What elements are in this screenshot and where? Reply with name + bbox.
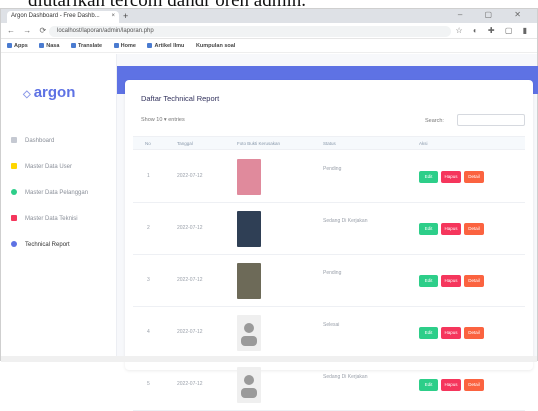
edit-button[interactable]: Edit (419, 223, 438, 235)
column-header-status[interactable]: Status (323, 141, 336, 146)
apps-icon (7, 43, 12, 49)
user-placeholder-icon (241, 323, 257, 346)
damage-photo[interactable] (237, 211, 261, 247)
sidebar: ◇ argon Dashboard Master Data User Master… (1, 54, 117, 362)
bookmark-icon (39, 43, 45, 49)
user-placeholder-icon (241, 375, 257, 398)
bookmark-item[interactable]: Kumpulan soal (196, 43, 235, 49)
row-number: 5 (147, 381, 150, 387)
bookmarks-bar: Apps Nasa Translate Home Artikel Ilmu Ku… (1, 39, 537, 53)
hapus-button[interactable]: Hapus (441, 223, 461, 235)
browser-window: Argon Dashboard - Free Dashb... × + – ▢ … (0, 8, 538, 411)
address-bar: ← → ⟳ localhost/laporan/admin/laporan.ph… (1, 23, 537, 39)
row-date: 2022-07-12 (177, 225, 203, 231)
detail-button[interactable]: Detail (464, 379, 484, 391)
row-date: 2022-07-12 (177, 329, 203, 335)
row-status: Sedang Di Kerjakan (323, 374, 368, 380)
table-row: 5 2022-07-12 Sedang Di Kerjakan Edit Hapus De… (133, 359, 525, 411)
row-status: Sedang Di Kerjakan (323, 218, 368, 224)
row-status: Selesai (323, 322, 340, 328)
search-input[interactable] (457, 114, 525, 126)
translate-icon (70, 43, 76, 49)
row-date: 2022-07-12 (177, 277, 203, 283)
user-icon (11, 163, 17, 169)
entries-select[interactable]: Show 10 ▾ entries (141, 117, 185, 123)
sidebar-item-teknisi[interactable]: Master Data Teknisi (1, 206, 116, 232)
hapus-button[interactable]: Hapus (441, 171, 461, 183)
tab-title: Argon Dashboard - Free Dashb... (11, 13, 100, 19)
hapus-button[interactable]: Hapus (441, 327, 461, 339)
new-tab-button[interactable]: + (123, 11, 128, 21)
column-header-actions[interactable]: Aksi (419, 141, 428, 146)
table-row: 1 2022-07-12 Pending Edit Hapus Detail (133, 151, 525, 203)
bookmark-icon (147, 43, 153, 49)
row-number: 4 (147, 329, 150, 335)
table-row: 3 2022-07-12 Pending Edit Hapus Detail (133, 255, 525, 307)
url-field[interactable]: localhost/laporan/admin/laporan.php (49, 26, 451, 37)
edit-button[interactable]: Edit (419, 327, 438, 339)
damage-photo[interactable] (237, 367, 261, 403)
search-label: Search: (425, 118, 444, 124)
bookmark-icon (113, 43, 119, 49)
edit-button[interactable]: Edit (419, 275, 438, 287)
report-icon (11, 241, 17, 247)
hapus-button[interactable]: Hapus (441, 275, 461, 287)
bookmark-item[interactable]: Home (113, 43, 136, 49)
page-title: Daftar Technical Report (141, 94, 220, 103)
bookmark-item[interactable]: Artikel Ilmu (147, 43, 184, 49)
edit-button[interactable]: Edit (419, 171, 438, 183)
app-logo[interactable]: ◇ argon (23, 84, 75, 101)
row-date: 2022-07-12 (177, 381, 203, 387)
row-status: Pending (323, 270, 342, 276)
damage-photo[interactable] (237, 263, 261, 299)
detail-button[interactable]: Detail (464, 275, 484, 287)
sidebar-menu: Dashboard Master Data User Master Data P… (1, 128, 116, 258)
logo-icon: ◇ (23, 89, 31, 100)
bookmark-item[interactable]: Nasa (39, 43, 59, 49)
table-header: No Tanggal Foto Bukti Kerusakan Status A… (133, 136, 525, 150)
row-date: 2022-07-12 (177, 173, 203, 179)
sidebar-item-technical-report[interactable]: Technical Report (1, 232, 116, 258)
sidebar-item-user[interactable]: Master Data User (1, 154, 116, 180)
horizontal-scrollbar[interactable] (1, 356, 537, 362)
sidebar-item-pelanggan[interactable]: Master Data Pelanggan (1, 180, 116, 206)
detail-button[interactable]: Detail (464, 223, 484, 235)
edit-button[interactable]: Edit (419, 379, 438, 391)
bookmark-item[interactable]: Translate (70, 43, 102, 49)
bookmark-item[interactable]: Apps (7, 43, 28, 49)
page-content: ◇ argon Dashboard Master Data User Master… (1, 54, 538, 411)
sidebar-item-dashboard[interactable]: Dashboard (1, 128, 116, 154)
column-header-date[interactable]: Tanggal (177, 141, 193, 146)
table-row: 4 2022-07-12 Selesai Edit Hapus Detail (133, 307, 525, 359)
report-card: Daftar Technical Report Show 10 ▾ entrie… (125, 80, 533, 411)
detail-button[interactable]: Detail (464, 171, 484, 183)
dashboard-icon (11, 137, 17, 143)
table-row: 2 2022-07-12 Sedang Di Kerjakan Edit Hapus De… (133, 203, 525, 255)
close-tab-icon[interactable]: × (111, 13, 115, 19)
window-controls[interactable]: – ▢ ✕ (458, 10, 531, 19)
customer-icon (11, 189, 17, 195)
column-header-photo[interactable]: Foto Bukti Kerusakan (237, 141, 280, 146)
hapus-button[interactable]: Hapus (441, 379, 461, 391)
row-number: 1 (147, 173, 150, 179)
technician-icon (11, 215, 17, 221)
extension-icons[interactable]: ☆ ◐ ✚ ▢ ▮ (455, 26, 531, 35)
damage-photo[interactable] (237, 159, 261, 195)
row-number: 3 (147, 277, 150, 283)
detail-button[interactable]: Detail (464, 327, 484, 339)
nav-buttons[interactable]: ← → ⟳ (7, 26, 49, 35)
damage-photo[interactable] (237, 315, 261, 351)
column-header-no[interactable]: No (145, 141, 151, 146)
tab-strip: Argon Dashboard - Free Dashb... × + – ▢ … (1, 9, 537, 23)
browser-tab[interactable]: Argon Dashboard - Free Dashb... × (7, 11, 119, 23)
row-number: 2 (147, 225, 150, 231)
row-status: Pending (323, 166, 342, 172)
